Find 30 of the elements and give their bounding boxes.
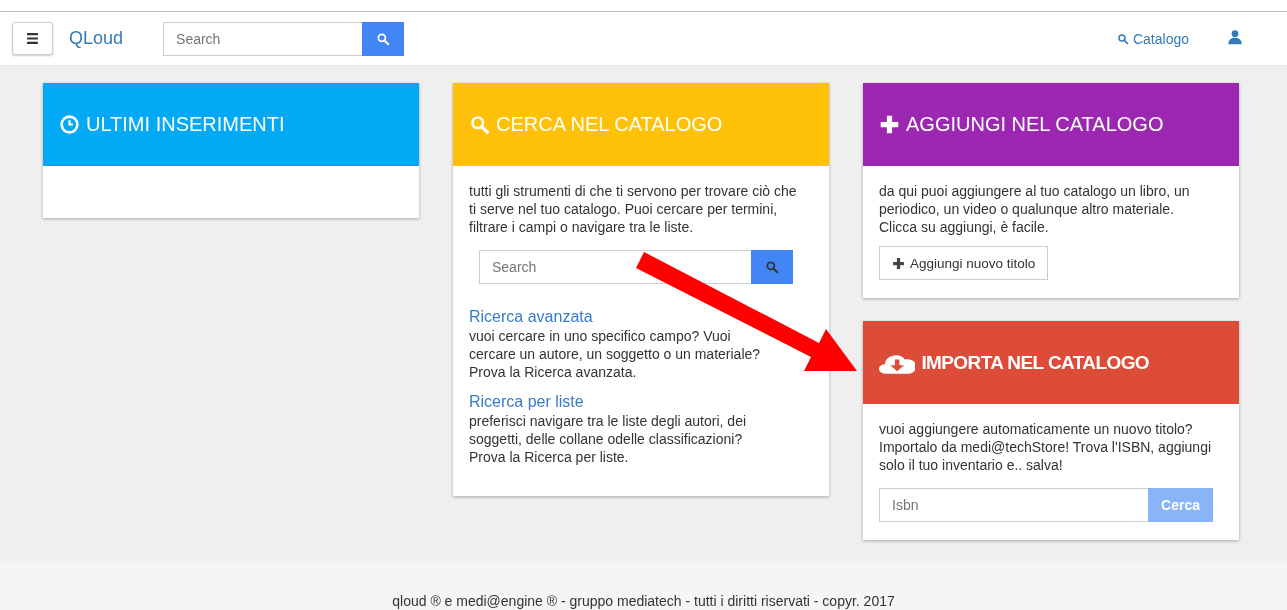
menu-button[interactable] [12, 22, 53, 55]
section-link[interactable]: Ricerca per liste [469, 393, 584, 411]
footer-text: qloud ® e medi@engine ® - gruppo mediatech - tutti i diritti riservati - copyr. 2017 [0, 561, 1287, 610]
section-text: vuoi cercare in uno specifico campo? Vuoi cercare un autore, un soggetto o un materiale? Prova la Ricerca avanzata. [469, 327, 762, 381]
search-button[interactable] [362, 21, 405, 56]
user-icon [1227, 28, 1243, 45]
card-text: vuoi aggiungere automaticamente un nuovo titolo? Importalo da medi@techStore! Trova l'ISBN, aggiungi solo il tuo inventario e.. salva! [879, 420, 1213, 474]
catalog-link[interactable]: Catalogo [1116, 30, 1189, 47]
search-field[interactable]: Search [479, 250, 751, 284]
search-button[interactable] [751, 250, 793, 284]
brand-name[interactable]: QLoud [69, 28, 124, 49]
section-text: preferisci navigare tra le liste degli autori, dei soggetti, delle collane odelle classificazioni? Prova la Ricerca per liste. [469, 412, 748, 466]
section-link[interactable]: Ricerca avanzata [469, 308, 593, 326]
card-text: tutti gli strumenti di che ti servono per trovare ciò che ti serve nel tuo catalogo. Puoi cercare per termini, filtrare i campi o navigare tra le liste. [469, 182, 798, 236]
card-title: ULTIMI INSERIMENTI [86, 113, 285, 136]
clock-icon [59, 114, 80, 135]
search-icon [1116, 32, 1129, 45]
search-icon [469, 114, 490, 135]
plus-icon [892, 256, 905, 270]
search-icon [376, 31, 391, 46]
card-title: IMPORTA NEL CATALOGO [921, 351, 1149, 374]
search-field[interactable]: Search [163, 21, 363, 56]
card-title: CERCA NEL CATALOGO [496, 113, 723, 136]
search-icon [765, 260, 779, 274]
plus-icon [879, 114, 900, 135]
card-title: AGGIUNGI NEL CATALOGO [906, 113, 1164, 136]
isbn-field[interactable]: Isbn [879, 488, 1148, 522]
add-title-button[interactable]: Aggiungi nuovo titolo [879, 246, 1049, 280]
menu-icon [26, 32, 39, 45]
card-text: da qui puoi aggiungere al tuo catalogo un libro, un periodico, un video o qualunque altro materiale. Clicca su aggiungi, è facile. [879, 182, 1191, 236]
